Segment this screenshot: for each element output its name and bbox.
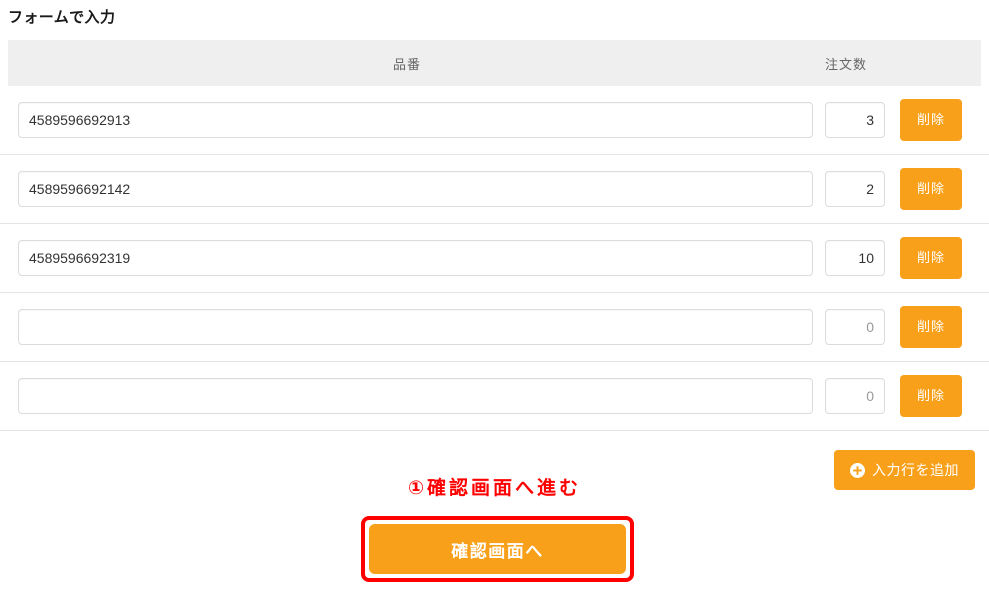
delete-row-button[interactable]: 削除 bbox=[900, 237, 962, 279]
part-number-input[interactable] bbox=[18, 378, 813, 414]
quantity-input[interactable] bbox=[825, 309, 885, 345]
table-header: 品番 注文数 bbox=[8, 40, 981, 86]
part-number-input[interactable] bbox=[18, 309, 813, 345]
delete-row-button[interactable]: 削除 bbox=[900, 375, 962, 417]
order-form-table: 品番 注文数 削除 削除 削除 削除 削除 bbox=[0, 40, 989, 431]
part-number-input[interactable] bbox=[18, 102, 813, 138]
column-header-part-number: 品番 bbox=[392, 56, 421, 72]
part-number-input[interactable] bbox=[18, 171, 813, 207]
quantity-cell bbox=[825, 378, 885, 414]
table-row: 削除 bbox=[0, 155, 989, 224]
confirm-button-highlight: 確認画面へ bbox=[361, 516, 634, 582]
delete-row-button[interactable]: 削除 bbox=[900, 168, 962, 210]
quantity-cell bbox=[825, 171, 885, 207]
table-row: 削除 bbox=[0, 362, 989, 431]
table-row: 削除 bbox=[0, 86, 989, 155]
column-header-quantity: 注文数 bbox=[824, 56, 867, 72]
page-title: フォームで入力 bbox=[8, 9, 116, 26]
quantity-input[interactable] bbox=[825, 171, 885, 207]
delete-row-button[interactable]: 削除 bbox=[900, 99, 962, 141]
quantity-cell bbox=[825, 240, 885, 276]
table-row: 削除 bbox=[0, 293, 989, 362]
confirm-button[interactable]: 確認画面へ bbox=[369, 524, 626, 574]
quantity-input[interactable] bbox=[825, 240, 885, 276]
table-row: 削除 bbox=[0, 224, 989, 293]
step-annotation-label: ①確認画面へ進む bbox=[407, 478, 582, 499]
quantity-input[interactable] bbox=[825, 378, 885, 414]
quantity-input[interactable] bbox=[825, 102, 885, 138]
delete-row-button[interactable]: 削除 bbox=[900, 306, 962, 348]
part-number-input[interactable] bbox=[18, 240, 813, 276]
quantity-cell bbox=[825, 102, 885, 138]
quantity-cell bbox=[825, 309, 885, 345]
